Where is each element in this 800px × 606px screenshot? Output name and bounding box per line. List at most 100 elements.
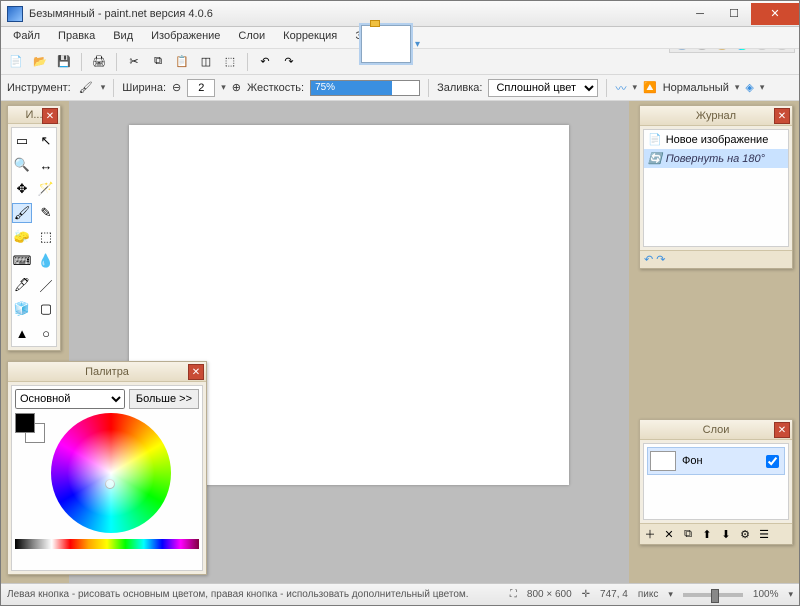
status-zoom: 100% bbox=[753, 589, 779, 600]
menu-view[interactable]: Вид bbox=[105, 27, 141, 48]
tool-rectangle[interactable]: ▢ bbox=[36, 299, 56, 319]
app-icon bbox=[7, 6, 23, 22]
cut-icon[interactable]: ✂ bbox=[125, 53, 143, 71]
undo-icon[interactable]: ↶ bbox=[256, 53, 274, 71]
paste-icon[interactable]: 📋 bbox=[173, 53, 191, 71]
layer-properties-icon[interactable]: ☰ bbox=[756, 526, 772, 542]
menu-adjust[interactable]: Коррекция bbox=[275, 27, 345, 48]
tool-dropdown-icon[interactable]: ▾ bbox=[101, 82, 106, 93]
tool-rect-select[interactable]: ▭ bbox=[12, 131, 32, 151]
layer-delete-icon[interactable]: ✕ bbox=[661, 526, 677, 542]
history-undo-icon[interactable]: ↶ bbox=[644, 254, 653, 266]
deselect-icon[interactable]: ⬚ bbox=[221, 53, 239, 71]
tool-lasso[interactable]: ✥ bbox=[12, 179, 32, 199]
color-wheel-cursor[interactable] bbox=[105, 479, 115, 489]
palette-more-button[interactable]: Больше >> bbox=[129, 389, 199, 409]
width-input[interactable] bbox=[187, 79, 215, 97]
hardness-slider[interactable]: 75% bbox=[310, 80, 420, 96]
layer-down-icon[interactable]: ⚙ bbox=[737, 526, 753, 542]
tool-text[interactable]: ⌨ bbox=[12, 251, 32, 271]
history-new-icon: 📄 bbox=[648, 133, 662, 146]
tool-line[interactable]: ／ bbox=[36, 275, 56, 295]
antialias-icon[interactable]: 〰 bbox=[615, 80, 626, 96]
layer-merge-icon[interactable]: ⬆ bbox=[699, 526, 715, 542]
menu-edit[interactable]: Правка bbox=[50, 27, 103, 48]
fill-select[interactable]: Сплошной цвет bbox=[488, 79, 598, 97]
fill-label: Заливка: bbox=[437, 82, 482, 94]
blend-icon[interactable]: 🔼 bbox=[643, 81, 657, 94]
titlebar: Безымянный - paint.net версия 4.0.6 ─ ☐ … bbox=[1, 1, 799, 27]
window-title: Безымянный - paint.net версия 4.0.6 bbox=[29, 8, 213, 20]
menu-layers[interactable]: Слои bbox=[230, 27, 273, 48]
zoom-dropdown-icon[interactable]: ▾ bbox=[788, 589, 793, 600]
tool-clone[interactable]: 🖊 bbox=[12, 275, 32, 295]
tool-ellipse[interactable]: ○ bbox=[36, 323, 56, 343]
menu-image[interactable]: Изображение bbox=[143, 27, 228, 48]
close-button[interactable]: ✕ bbox=[751, 3, 799, 25]
thumb-dropdown-icon[interactable]: ▾ bbox=[415, 39, 420, 50]
history-panel-title[interactable]: Журнал ✕ bbox=[640, 106, 792, 126]
more-options-icon[interactable]: ◈ bbox=[745, 81, 753, 94]
layers-panel-title[interactable]: Слои ✕ bbox=[640, 420, 792, 440]
layer-up-icon[interactable]: ⬇ bbox=[718, 526, 734, 542]
crop-icon[interactable]: ◫ bbox=[197, 53, 215, 71]
history-panel-close-icon[interactable]: ✕ bbox=[774, 108, 790, 124]
history-item[interactable]: 📄 Новое изображение bbox=[644, 130, 788, 149]
tool-fill[interactable]: ⬚ bbox=[36, 227, 56, 247]
tool-options-bar: Инструмент: 🖌 ▾ Ширина: ⊖ ▾ ⊕ Жесткость:… bbox=[1, 75, 799, 101]
tool-zoom[interactable]: 🔍 bbox=[12, 155, 32, 175]
palette-panel-title[interactable]: Палитра ✕ bbox=[8, 362, 206, 382]
statusbar: Левая кнопка - рисовать основным цветом,… bbox=[1, 583, 799, 605]
tool-paintbrush[interactable]: 🖌 bbox=[12, 203, 32, 223]
maximize-button[interactable]: ☐ bbox=[717, 3, 751, 25]
layers-panel: Слои ✕ Фон ＋ ✕ ⧉ ⬆ ⬇ ⚙ ☰ bbox=[639, 419, 793, 545]
primary-color-swatch[interactable] bbox=[15, 413, 35, 433]
width-decrement-icon[interactable]: ⊖ bbox=[172, 81, 181, 94]
status-unit[interactable]: пикс bbox=[638, 589, 659, 600]
open-icon[interactable]: 📂 bbox=[31, 53, 49, 71]
active-tool-icon[interactable]: 🖌 bbox=[77, 79, 95, 97]
blend-mode: Нормальный bbox=[663, 82, 729, 94]
app-window: Безымянный - paint.net версия 4.0.6 ─ ☐ … bbox=[0, 0, 800, 606]
layer-thumbnail bbox=[650, 451, 676, 471]
menu-file[interactable]: Файл bbox=[5, 27, 48, 48]
tools-panel-title[interactable]: И... ✕ bbox=[8, 106, 60, 124]
tool-freeform[interactable]: ▲ bbox=[12, 323, 32, 343]
layer-visibility-checkbox[interactable] bbox=[766, 455, 779, 468]
layer-duplicate-icon[interactable]: ⧉ bbox=[680, 526, 696, 542]
history-item[interactable]: 🔄 Повернуть на 180° bbox=[644, 149, 788, 168]
palette-mode-select[interactable]: Основной bbox=[15, 389, 125, 409]
workspace: И... ✕ ▭ ↖ 🔍 ↔ ✥ 🪄 🖌 ✎ 🧽 ⬚ ⌨ 💧 🖊 bbox=[1, 101, 799, 583]
color-swatches[interactable] bbox=[15, 413, 45, 443]
tool-magic-wand[interactable]: 🪄 bbox=[36, 179, 56, 199]
tool-move[interactable]: ↖ bbox=[36, 131, 56, 151]
palette-swatch-strip[interactable] bbox=[15, 539, 199, 549]
tool-pencil[interactable]: ✎ bbox=[36, 203, 56, 223]
tool-eraser[interactable]: 🧽 bbox=[12, 227, 32, 247]
minimize-button[interactable]: ─ bbox=[683, 3, 717, 25]
tool-pan[interactable]: ↔ bbox=[36, 155, 56, 175]
width-label: Ширина: bbox=[122, 82, 166, 94]
history-redo-icon[interactable]: ↷ bbox=[656, 254, 665, 266]
save-icon[interactable]: 💾 bbox=[55, 53, 73, 71]
layer-row[interactable]: Фон bbox=[647, 447, 785, 475]
palette-panel-close-icon[interactable]: ✕ bbox=[188, 364, 204, 380]
copy-icon[interactable]: ⧉ bbox=[149, 53, 167, 71]
document-thumb-strip: ▾ bbox=[361, 25, 420, 63]
width-dropdown-icon[interactable]: ▾ bbox=[221, 82, 226, 93]
new-icon[interactable]: 📄 bbox=[7, 53, 25, 71]
tool-color-picker[interactable]: 💧 bbox=[36, 251, 56, 271]
tool-gradient[interactable]: 🧊 bbox=[12, 299, 32, 319]
color-wheel[interactable] bbox=[51, 413, 171, 533]
hardness-label: Жесткость: bbox=[247, 82, 304, 94]
width-increment-icon[interactable]: ⊕ bbox=[232, 81, 241, 94]
status-size: 800 × 600 bbox=[527, 589, 572, 600]
print-icon[interactable]: 🖨 bbox=[90, 53, 108, 71]
tool-label: Инструмент: bbox=[7, 82, 71, 94]
document-thumb[interactable] bbox=[361, 25, 411, 63]
redo-icon[interactable]: ↷ bbox=[280, 53, 298, 71]
layer-add-icon[interactable]: ＋ bbox=[642, 526, 658, 542]
layers-panel-close-icon[interactable]: ✕ bbox=[774, 422, 790, 438]
tools-panel-close-icon[interactable]: ✕ bbox=[42, 108, 58, 124]
zoom-slider[interactable] bbox=[683, 593, 743, 597]
